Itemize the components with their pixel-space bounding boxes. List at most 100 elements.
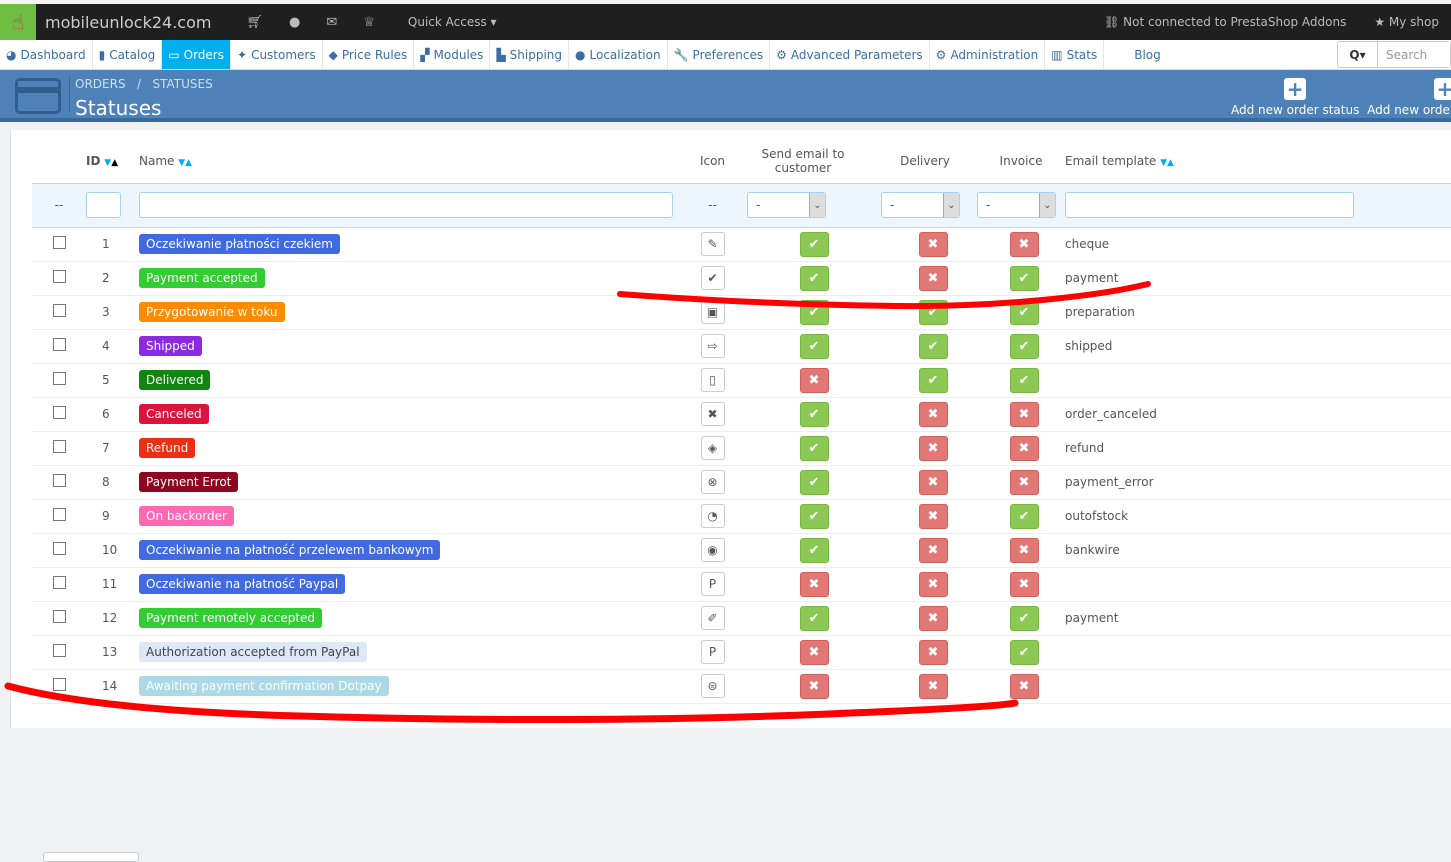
row-checkbox[interactable]: [52, 474, 66, 487]
delivery-disabled-toggle[interactable]: ✖: [918, 503, 948, 529]
sort-icon[interactable]: ▼▲: [178, 158, 192, 168]
invoice-disabled-toggle[interactable]: ✖: [1009, 435, 1039, 461]
nav-item-dashboard[interactable]: ◕ Dashboard: [0, 40, 93, 69]
nav-item-advanced-parameters[interactable]: ⚙ Advanced Parameters: [770, 40, 930, 69]
delivery-disabled-toggle[interactable]: ✖: [918, 537, 948, 563]
email-enabled-toggle[interactable]: ✔: [799, 401, 829, 427]
nav-item-shipping[interactable]: ▙ Shipping: [490, 40, 570, 69]
email-enabled-toggle[interactable]: ✔: [799, 469, 829, 495]
table-row[interactable]: 11 Oczekiwanie na płatność Paypal P ✖ ✖ …: [32, 567, 1451, 602]
delivery-enabled-toggle[interactable]: ✔: [918, 367, 948, 393]
row-checkbox[interactable]: [52, 372, 66, 385]
delivery-disabled-toggle[interactable]: ✖: [918, 265, 948, 291]
nav-item-modules[interactable]: ▞ Modules: [414, 40, 491, 69]
filter-delivery-select[interactable]: - ⌄: [881, 192, 960, 218]
column-name[interactable]: Name ▼▲: [139, 140, 692, 183]
delivery-enabled-toggle[interactable]: ✔: [918, 333, 948, 359]
email-enabled-toggle[interactable]: ✔: [799, 435, 829, 461]
email-disabled-toggle[interactable]: ✖: [799, 367, 829, 393]
email-enabled-toggle[interactable]: ✔: [799, 605, 829, 631]
cart-icon[interactable]: 🛒︎: [246, 15, 263, 30]
invoice-disabled-toggle[interactable]: ✖: [1009, 537, 1039, 563]
nav-item-localization[interactable]: ● Localization: [569, 40, 668, 69]
delivery-disabled-toggle[interactable]: ✖: [918, 469, 948, 495]
table-row[interactable]: 12 Payment remotely accepted ✐ ✔ ✖ ✔ pay…: [32, 601, 1451, 636]
row-checkbox[interactable]: [52, 338, 66, 351]
table-row[interactable]: 8 Payment Errot ⊗ ✔ ✖ ✖ payment_error: [32, 465, 1451, 500]
nav-item-orders[interactable]: ▭ Orders: [162, 40, 231, 69]
email-enabled-toggle[interactable]: ✔: [799, 299, 829, 325]
envelope-icon[interactable]: ✉: [326, 15, 337, 30]
email-enabled-toggle[interactable]: ✔: [799, 503, 829, 529]
user-icon[interactable]: ●: [289, 15, 300, 30]
table-row[interactable]: 4 Shipped ⇨ ✔ ✔ ✔ shipped: [32, 329, 1451, 364]
filter-email-select[interactable]: - ⌄: [747, 192, 826, 218]
row-checkbox[interactable]: [52, 508, 66, 521]
logo-hand-icon[interactable]: ☝: [0, 4, 36, 40]
table-row[interactable]: 1 Oczekiwanie płatności czekiem ✎ ✔ ✖ ✖ …: [32, 227, 1451, 262]
row-checkbox[interactable]: [52, 678, 66, 691]
row-checkbox[interactable]: [52, 440, 66, 453]
search-input[interactable]: Search: [1378, 42, 1450, 67]
nav-item-blog[interactable]: Blog: [1104, 40, 1191, 69]
table-row[interactable]: 6 Canceled ✖ ✔ ✖ ✖ order_canceled: [32, 397, 1451, 432]
shop-name-link[interactable]: mobileunlock24.com: [45, 13, 211, 32]
invoice-enabled-toggle[interactable]: ✔: [1009, 367, 1039, 393]
table-row[interactable]: 14 Awaiting payment confirmation Dotpay …: [32, 669, 1451, 704]
my-shop-link[interactable]: ★ My shop: [1374, 15, 1439, 29]
row-checkbox[interactable]: [52, 576, 66, 589]
quick-access-dropdown[interactable]: Quick Access ▾: [408, 15, 497, 29]
nav-item-customers[interactable]: ✦ Customers: [231, 40, 323, 69]
nav-item-administration[interactable]: ⚙ Administration: [930, 40, 1046, 69]
delivery-enabled-toggle[interactable]: ✔: [918, 299, 948, 325]
addons-link[interactable]: ⛓ Not connected to PrestaShop Addons: [1104, 15, 1346, 29]
email-disabled-toggle[interactable]: ✖: [799, 639, 829, 665]
email-enabled-toggle[interactable]: ✔: [799, 537, 829, 563]
invoice-enabled-toggle[interactable]: ✔: [1009, 605, 1039, 631]
email-disabled-toggle[interactable]: ✖: [799, 673, 829, 699]
nav-item-preferences[interactable]: 🔧 Preferences: [668, 40, 771, 69]
delivery-disabled-toggle[interactable]: ✖: [918, 605, 948, 631]
invoice-enabled-toggle[interactable]: ✔: [1009, 503, 1039, 529]
delivery-disabled-toggle[interactable]: ✖: [918, 673, 948, 699]
delivery-disabled-toggle[interactable]: ✖: [918, 435, 948, 461]
breadcrumb[interactable]: ORDERS / STATUSES: [75, 77, 213, 91]
invoice-disabled-toggle[interactable]: ✖: [1009, 673, 1039, 699]
table-row[interactable]: 3 Przygotowanie w toku ▣ ✔ ✔ ✔ preparati…: [32, 295, 1451, 330]
table-row[interactable]: 9 On backorder ◔ ✔ ✖ ✔ outofstock: [32, 499, 1451, 534]
email-enabled-toggle[interactable]: ✔: [799, 333, 829, 359]
row-checkbox[interactable]: [52, 610, 66, 623]
row-checkbox[interactable]: [52, 542, 66, 555]
bulk-actions-button[interactable]: [43, 852, 139, 862]
nav-item-stats[interactable]: ▥ Stats: [1045, 40, 1105, 69]
row-checkbox[interactable]: [52, 406, 66, 419]
invoice-disabled-toggle[interactable]: ✖: [1009, 231, 1039, 257]
table-row[interactable]: 13 Authorization accepted from PayPal P …: [32, 635, 1451, 670]
filter-template-input[interactable]: [1065, 192, 1354, 218]
invoice-disabled-toggle[interactable]: ✖: [1009, 571, 1039, 597]
delivery-disabled-toggle[interactable]: ✖: [918, 401, 948, 427]
column-id[interactable]: ID ▼▲: [86, 140, 139, 183]
table-row[interactable]: 2 Payment accepted ✔ ✔ ✖ ✔ payment: [32, 261, 1451, 296]
column-email-template[interactable]: Email template ▼▲: [1065, 140, 1451, 183]
invoice-enabled-toggle[interactable]: ✔: [1009, 265, 1039, 291]
email-enabled-toggle[interactable]: ✔: [799, 265, 829, 291]
delivery-disabled-toggle[interactable]: ✖: [918, 639, 948, 665]
filter-invoice-select[interactable]: - ⌄: [977, 192, 1056, 218]
sort-icon[interactable]: ▼▲: [104, 158, 118, 168]
row-checkbox[interactable]: [52, 304, 66, 317]
invoice-enabled-toggle[interactable]: ✔: [1009, 639, 1039, 665]
row-checkbox[interactable]: [52, 236, 66, 249]
delivery-disabled-toggle[interactable]: ✖: [918, 231, 948, 257]
row-checkbox[interactable]: [52, 644, 66, 657]
email-disabled-toggle[interactable]: ✖: [799, 571, 829, 597]
invoice-disabled-toggle[interactable]: ✖: [1009, 401, 1039, 427]
invoice-disabled-toggle[interactable]: ✖: [1009, 469, 1039, 495]
nav-item-price-rules[interactable]: ◆ Price Rules: [323, 40, 415, 69]
delivery-disabled-toggle[interactable]: ✖: [918, 571, 948, 597]
nav-item-catalog[interactable]: ▮ Catalog: [93, 40, 163, 69]
table-row[interactable]: 5 Delivered ▯ ✖ ✔ ✔: [32, 363, 1451, 398]
email-enabled-toggle[interactable]: ✔: [799, 231, 829, 257]
trophy-icon[interactable]: ♕: [363, 15, 375, 30]
table-row[interactable]: 10 Oczekiwanie na płatność przelewem ban…: [32, 533, 1451, 568]
